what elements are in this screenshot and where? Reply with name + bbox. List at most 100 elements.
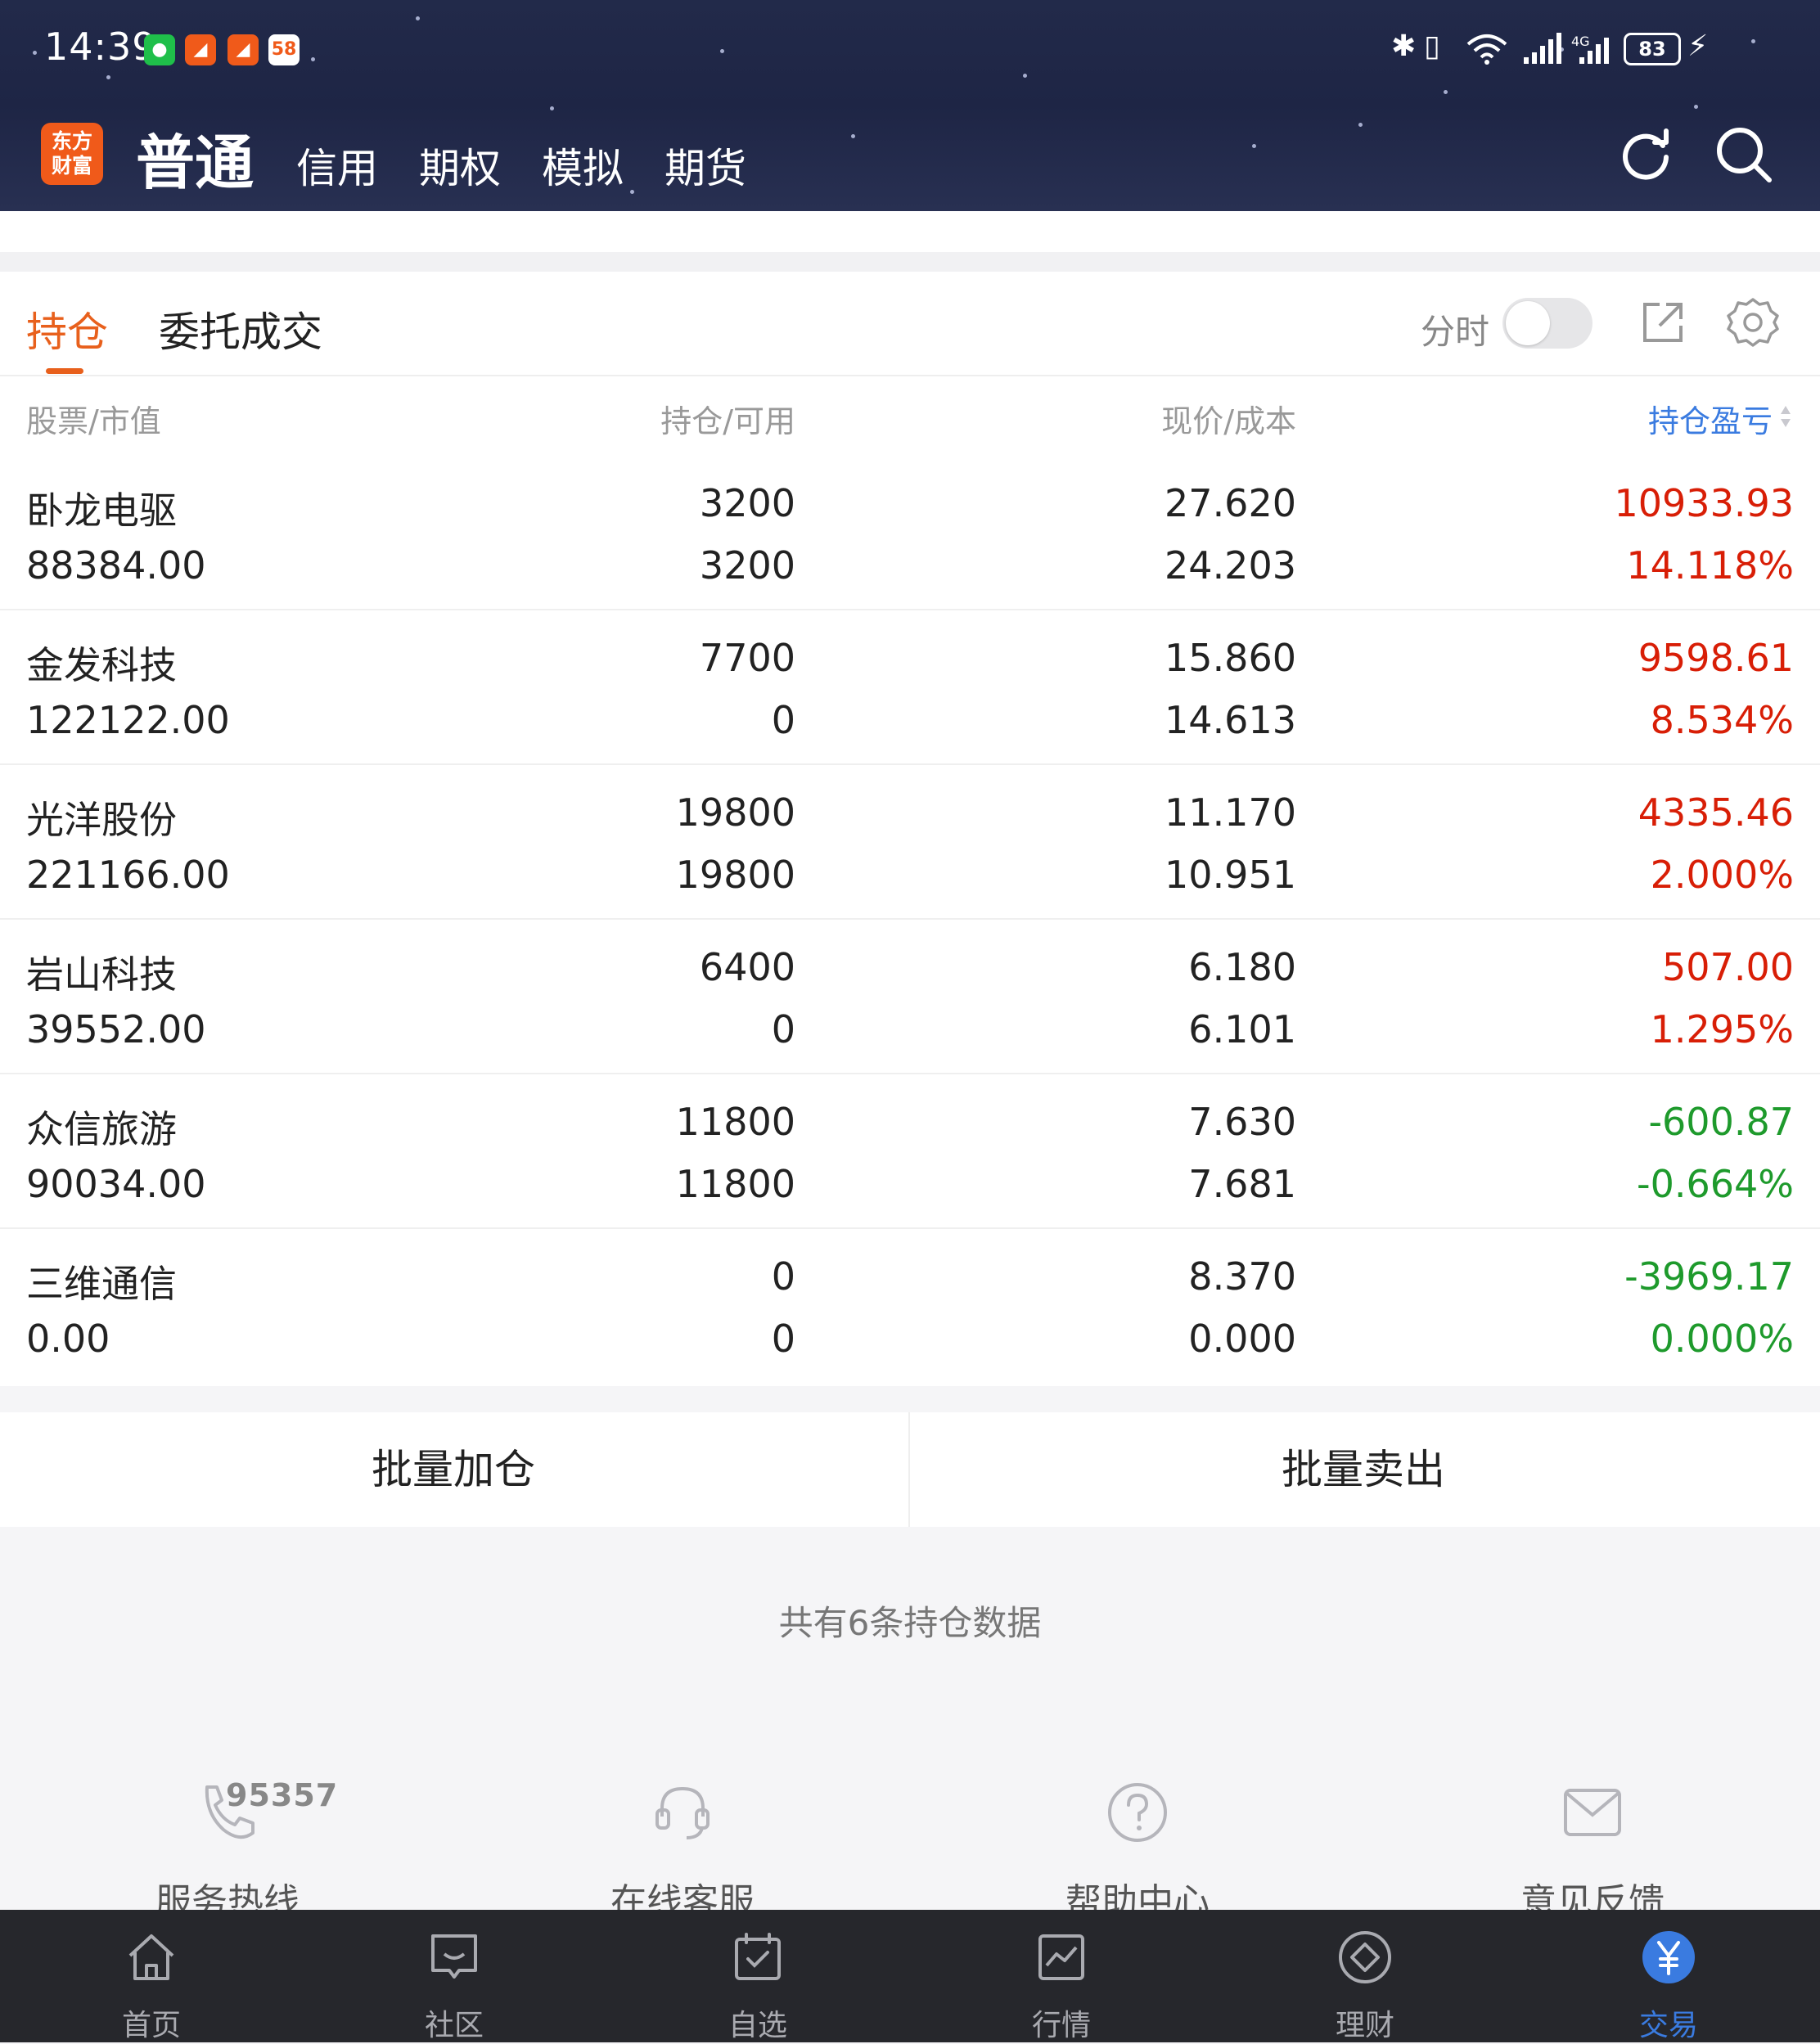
nav-trade[interactable]: 交易 [1517, 1910, 1820, 2042]
avail-qty: 19800 [675, 853, 795, 897]
market-value: 88384.00 [26, 543, 206, 588]
position-row[interactable]: 光洋股份 221166.00 19800 19800 11.170 10.951 4335.… [0, 766, 1820, 920]
tabs-divider [0, 375, 1820, 376]
stock-name: 光洋股份 [26, 798, 177, 842]
sort-arrows-icon[interactable] [1779, 404, 1792, 429]
nav-market-label: 行情 [1031, 2009, 1091, 2042]
avail-qty: 11800 [675, 1162, 795, 1206]
profit-loss-pct: -0.664% [1637, 1162, 1794, 1206]
current-price: 8.370 [1188, 1254, 1296, 1299]
tab-xinyong[interactable]: 信用 [296, 136, 378, 195]
batch-add-button[interactable]: 批量加仓 [0, 1412, 907, 1527]
profit-loss: 9598.61 [1638, 636, 1794, 680]
profit-loss-pct: 0.000% [1650, 1317, 1794, 1361]
hold-qty: 6400 [699, 945, 795, 989]
toggle-knob [1506, 301, 1550, 345]
headset-icon [655, 1786, 710, 1839]
current-price: 27.620 [1165, 481, 1296, 525]
nav-market[interactable]: 行情 [910, 1910, 1213, 2042]
nav-watchlist[interactable]: 自选 [606, 1910, 909, 2042]
status-time: 14:39 [44, 25, 157, 69]
nav-watchlist-label: 自选 [728, 2009, 787, 2042]
col-header-price[interactable]: 现价/成本 [1064, 396, 1296, 441]
cost-price: 0.000 [1188, 1317, 1296, 1361]
avail-qty: 3200 [699, 543, 795, 588]
nav-community[interactable]: 社区 [303, 1910, 606, 2042]
app-logo[interactable]: 东方财富 [41, 123, 103, 185]
charging-icon: ⚡ [1687, 29, 1709, 63]
search-icon[interactable] [1714, 124, 1774, 185]
batch-sell-button[interactable]: 批量卖出 [910, 1412, 1817, 1527]
market-value: 90034.00 [26, 1162, 206, 1206]
position-row[interactable]: 金发科技 122122.00 7700 0 15.860 14.613 9598.61 8.5… [0, 611, 1820, 765]
battery-indicator: 83 [1624, 33, 1681, 65]
nav-community-label: 社区 [424, 2009, 484, 2042]
app-header: 14:39 ● ◢ ◢ 58 ✱ ▯ 4G 83 ⚡ 东方财富 普通 信用 期权… [0, 0, 1820, 211]
nav-wealth[interactable]: 理财 [1214, 1910, 1516, 2042]
position-row[interactable]: 众信旅游 90034.00 11800 11800 7.630 7.681 -600.87 -… [0, 1075, 1820, 1229]
avail-qty: 0 [771, 698, 795, 742]
tab-putong[interactable]: 普通 [136, 115, 254, 200]
vibrate-icon: ▯ [1424, 29, 1440, 63]
batch-actions-bar: 批量加仓 批量卖出 [0, 1412, 1820, 1527]
position-row[interactable]: 卧龙电驱 88384.00 3200 3200 27.620 24.203 10933.93… [0, 457, 1820, 610]
hold-qty: 11800 [675, 1100, 795, 1144]
hold-qty: 3200 [699, 481, 795, 525]
service-hotline[interactable]: 服务热线 [105, 1776, 350, 1925]
hold-qty: 19800 [675, 790, 795, 835]
profit-loss: 507.00 [1662, 945, 1794, 989]
mail-icon [1564, 1789, 1621, 1836]
cost-price: 24.203 [1165, 543, 1296, 588]
hold-qty: 0 [771, 1254, 795, 1299]
service-online-support[interactable]: 在线客服 [560, 1776, 805, 1925]
home-icon [128, 1934, 174, 1980]
nav-home-label: 首页 [121, 2009, 181, 2042]
profit-loss: 10933.93 [1614, 481, 1795, 525]
profit-loss-pct: 8.534% [1650, 698, 1794, 742]
stock-name: 卧龙电驱 [26, 488, 177, 533]
wifi-icon [1466, 34, 1507, 65]
nav-wealth-label: 理财 [1335, 2009, 1394, 2042]
refresh-icon[interactable] [1615, 124, 1676, 185]
service-help-center[interactable]: 帮助中心 [1015, 1776, 1260, 1925]
positions-card: 持仓 委托成交 分时 股票/市值 持仓/可用 现价/成本 持仓盈亏 卧龙电驱 88… [0, 272, 1820, 1386]
tab-orders[interactable]: 委托成交 [159, 299, 322, 358]
market-value: 221166.00 [26, 853, 230, 897]
logo-text: 东方财富 [51, 129, 92, 178]
active-tab-indicator [46, 368, 83, 374]
fenshi-label: 分时 [1421, 312, 1490, 352]
settings-gear-icon[interactable] [1727, 296, 1779, 349]
bottom-navigation: 首页 社区 自选 行情 理财 交易 [0, 1910, 1820, 2042]
position-row[interactable]: 岩山科技 39552.00 6400 0 6.180 6.101 507.00 1.295% [0, 921, 1820, 1074]
yen-trade-icon [1642, 1931, 1695, 1983]
question-icon [1108, 1783, 1167, 1842]
tab-moni[interactable]: 模拟 [542, 136, 624, 195]
row-divider [0, 918, 1820, 920]
col-header-pl[interactable]: 持仓盈亏 [1648, 396, 1773, 441]
fenshi-toggle[interactable] [1502, 298, 1592, 349]
position-row[interactable]: 三维通信 0.00 0 0 8.370 0.000 -3969.17 0.000% [0, 1230, 1820, 1384]
service-feedback[interactable]: 意见反馈 [1470, 1776, 1715, 1925]
market-chart-icon [1038, 1934, 1084, 1980]
avail-qty: 0 [771, 1317, 795, 1361]
share-export-icon[interactable] [1637, 296, 1689, 349]
nav-home[interactable]: 首页 [0, 1910, 303, 2042]
phone-icon [205, 1785, 255, 1839]
row-divider [0, 609, 1820, 610]
profit-loss-pct: 1.295% [1650, 1007, 1794, 1051]
profit-loss-pct: 14.118% [1626, 543, 1794, 588]
tab-qiquan[interactable]: 期权 [419, 136, 501, 195]
wealth-diamond-icon [1339, 1931, 1391, 1983]
cost-price: 10.951 [1165, 853, 1296, 897]
profit-loss: -3969.17 [1624, 1254, 1794, 1299]
tab-positions[interactable]: 持仓 [26, 299, 108, 358]
current-price: 6.180 [1188, 945, 1296, 989]
tab-qihuo[interactable]: 期货 [664, 136, 746, 195]
watchlist-icon [735, 1933, 781, 1980]
svg-text:4G: 4G [1571, 34, 1590, 49]
positions-summary: 共有6条持仓数据 [778, 1603, 1042, 1643]
divider [0, 252, 1820, 272]
spacer [0, 211, 1820, 252]
nav-trade-label: 交易 [1638, 2009, 1698, 2042]
stock-name: 众信旅游 [26, 1107, 177, 1151]
